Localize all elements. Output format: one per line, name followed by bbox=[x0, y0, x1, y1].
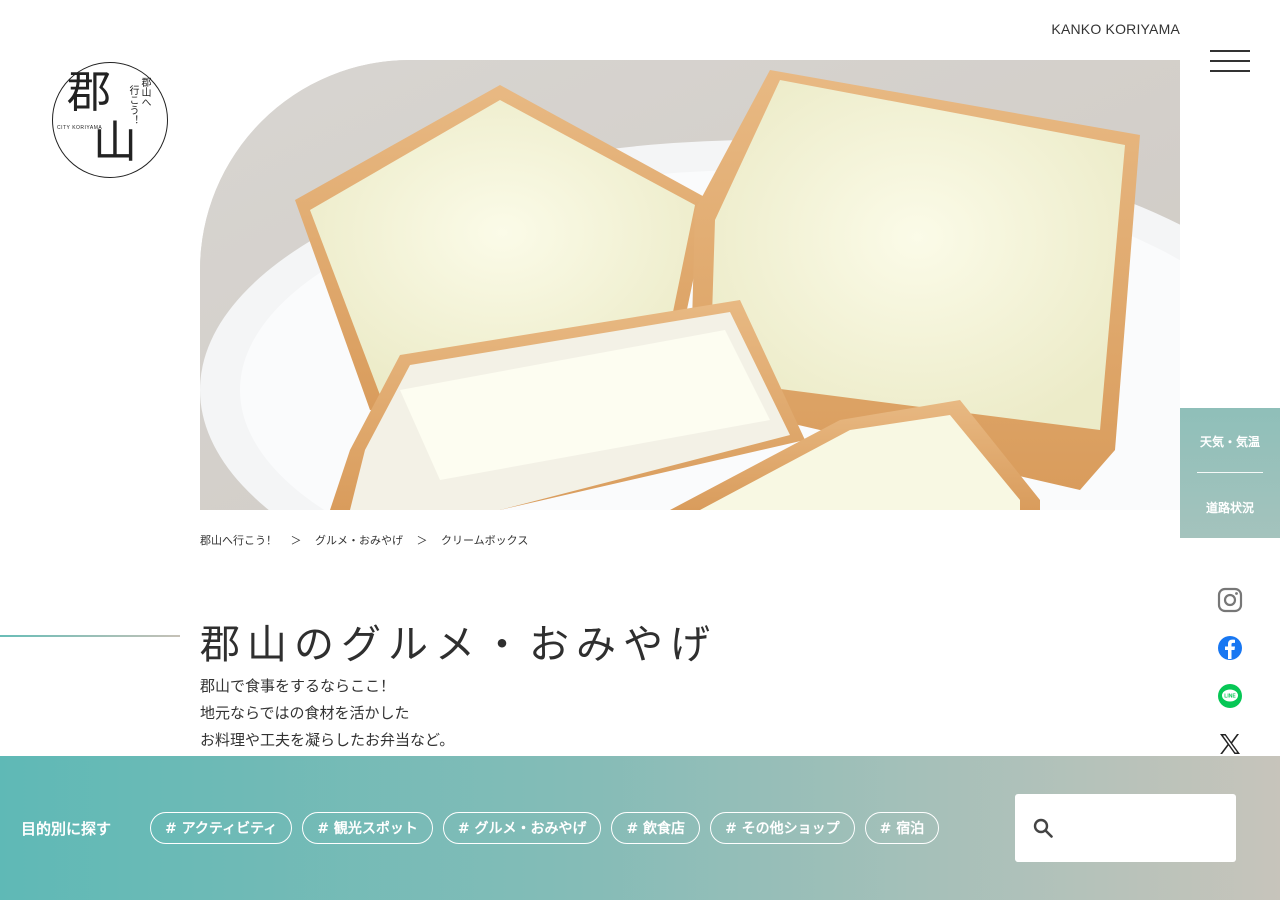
tag-restaurants[interactable]: # 飲食店 bbox=[611, 812, 701, 844]
breadcrumb: 郡山へ行こう！ ＞ グルメ・おみやげ ＞ クリームボックス bbox=[200, 532, 538, 548]
tag-sightseeing[interactable]: # 観光スポット bbox=[302, 812, 433, 844]
menu-bar bbox=[1210, 50, 1250, 52]
site-label: KANKO KORIYAMA bbox=[1051, 21, 1180, 37]
x-icon[interactable] bbox=[1216, 730, 1244, 758]
breadcrumb-gourmet[interactable]: グルメ・おみやげ bbox=[315, 534, 403, 547]
intro-line: お料理や工夫を凝らしたお弁当など。 bbox=[200, 731, 455, 749]
svg-text:LINE: LINE bbox=[1224, 694, 1236, 700]
tag-activity[interactable]: # アクティビティ bbox=[150, 812, 293, 844]
cream-box-bread-photo bbox=[200, 60, 1180, 510]
line-icon[interactable]: LINE bbox=[1216, 682, 1244, 710]
search-icon[interactable] bbox=[1033, 818, 1053, 838]
purpose-search-bar: 目的別に探す # アクティビティ # 観光スポット # グルメ・おみやげ # 飲… bbox=[0, 756, 1280, 900]
tag-lodging[interactable]: # 宿泊 bbox=[864, 812, 940, 844]
intro-line: 地元ならではの食材を活かした bbox=[200, 704, 410, 722]
breadcrumb-current: クリームボックス bbox=[441, 534, 529, 547]
tag-gourmet[interactable]: # グルメ・おみやげ bbox=[442, 812, 602, 844]
breadcrumb-home[interactable]: 郡山へ行こう！ bbox=[200, 534, 277, 547]
side-panel-divider bbox=[1197, 472, 1263, 473]
title-accent-line bbox=[0, 635, 180, 637]
hero-image bbox=[200, 60, 1180, 510]
logo-kanji-top: 郡 bbox=[67, 67, 111, 118]
logo-tagline: CITY KORIYAMA bbox=[57, 125, 103, 131]
search-box bbox=[1015, 794, 1236, 862]
tag-other-shops[interactable]: # その他ショップ bbox=[710, 812, 855, 844]
breadcrumb-separator: ＞ bbox=[290, 534, 302, 547]
search-input[interactable] bbox=[1067, 810, 1227, 846]
menu-bar bbox=[1210, 70, 1250, 72]
search-by-purpose-label: 目的別に探す bbox=[21, 820, 112, 838]
site-logo[interactable]: 郡 山 郡山へ 行こう！ CITY KORIYAMA bbox=[52, 62, 168, 178]
page-title: 郡山のグルメ・おみやげ bbox=[200, 622, 717, 668]
menu-bar bbox=[1210, 60, 1250, 62]
side-info-panel: 天気・気温 道路状況 bbox=[1180, 408, 1280, 538]
instagram-icon[interactable] bbox=[1216, 586, 1244, 614]
logo-vertical-text-2: 行こう！ bbox=[127, 85, 138, 125]
hamburger-menu-button[interactable] bbox=[1210, 48, 1250, 76]
intro-line: 郡山で食事をするならここ！ bbox=[200, 677, 396, 695]
intro-text: 郡山で食事をするならここ！ 地元ならではの食材を活かした お料理や工夫を凝らした… bbox=[200, 673, 454, 754]
weather-link[interactable]: 天気・気温 bbox=[1180, 433, 1280, 450]
logo-vertical-text-1: 郡山へ bbox=[139, 77, 150, 107]
road-status-link[interactable]: 道路状況 bbox=[1180, 499, 1280, 516]
facebook-icon[interactable] bbox=[1216, 634, 1244, 662]
breadcrumb-separator: ＞ bbox=[416, 534, 428, 547]
category-tags: # アクティビティ # 観光スポット # グルメ・おみやげ # 飲食店 # その… bbox=[150, 812, 940, 844]
